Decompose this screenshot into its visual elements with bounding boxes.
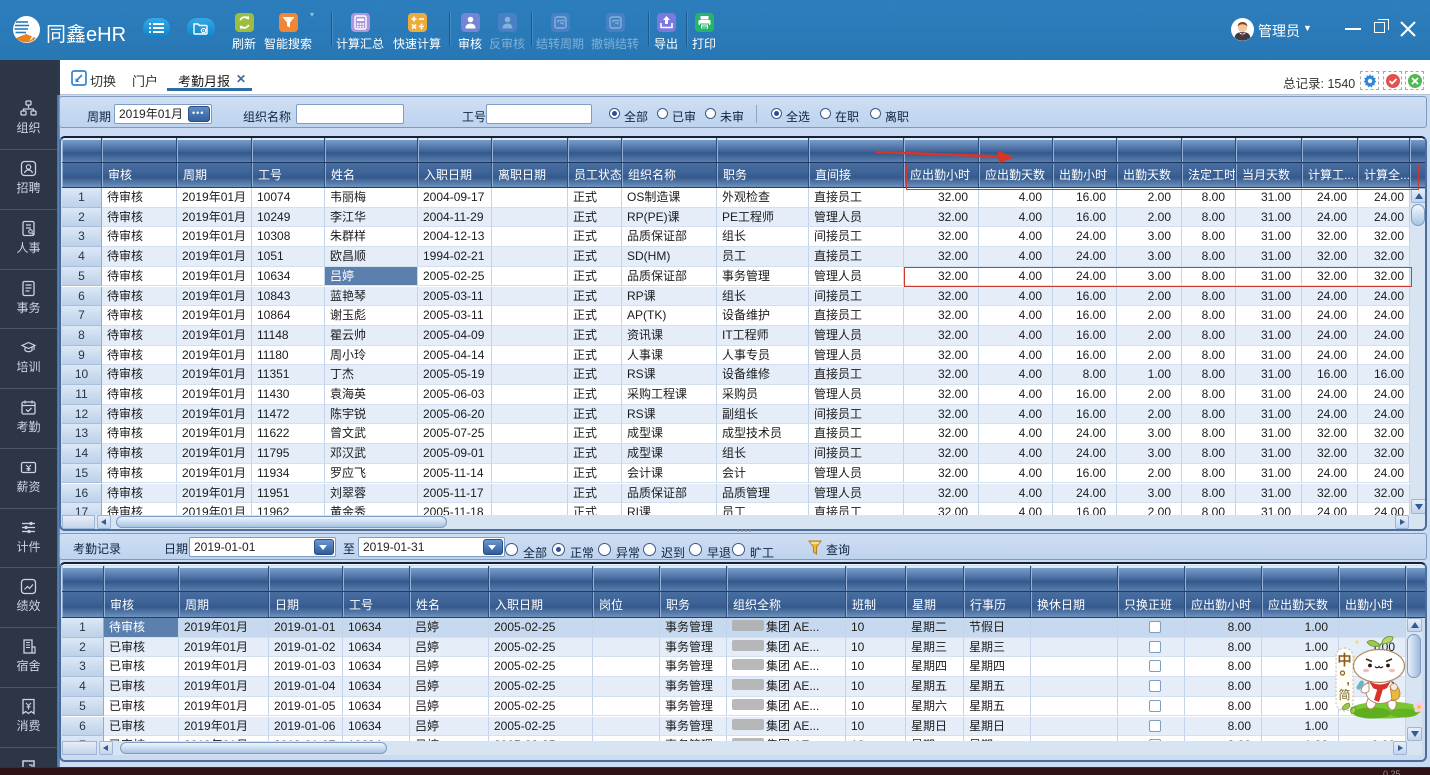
svg-text:简: 简 <box>1338 688 1350 702</box>
svg-text:中: 中 <box>1338 652 1352 668</box>
svg-text:,: , <box>1346 673 1349 687</box>
